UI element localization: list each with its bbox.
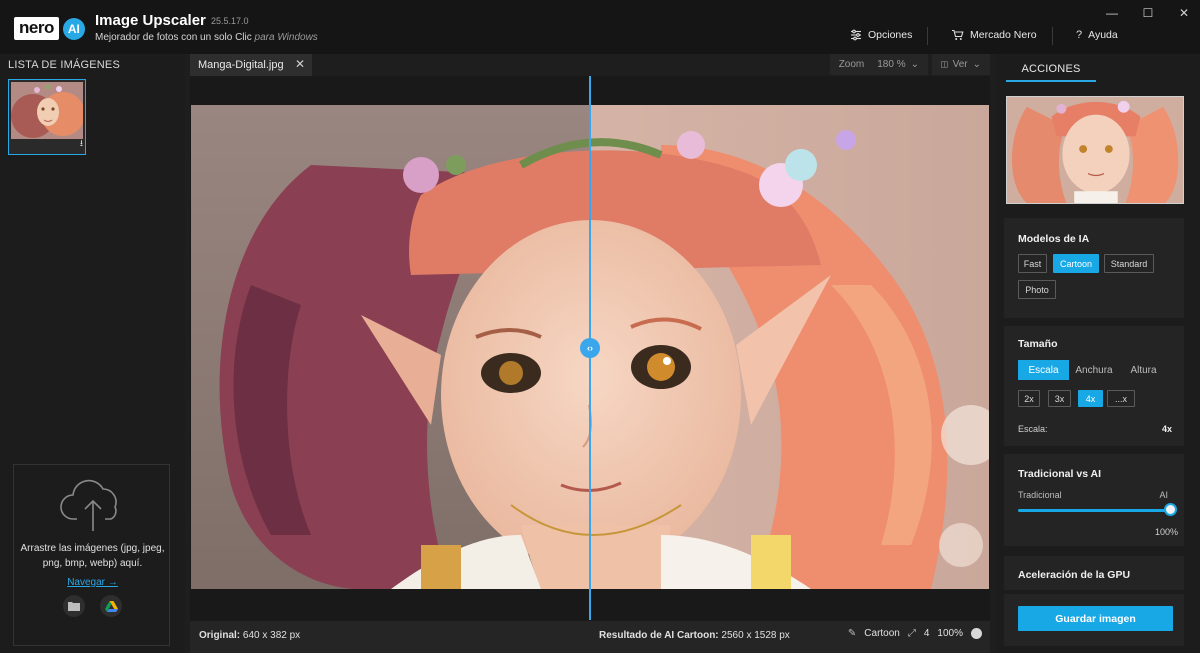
nero-ai-logo: nero AI <box>14 17 85 40</box>
expand-icon: ⤢ <box>907 628 916 639</box>
question-icon: ? <box>1076 29 1083 41</box>
image-list-title: LISTA DE IMÁGENES <box>8 59 121 71</box>
options-label: Opciones <box>868 29 913 41</box>
app-title: Image Upscaler <box>95 12 206 29</box>
split-view-icon <box>941 61 948 68</box>
menu-separator <box>927 27 928 45</box>
size-card: Tamaño Escala Anchura Altura 2x 3x 4x ..… <box>1004 326 1184 446</box>
close-tab-icon[interactable]: ✕ <box>295 57 305 71</box>
folder-icon[interactable] <box>63 595 85 617</box>
image-viewer: Manga-Digital.jpg ✕ Zoom 180 % ⌄ Ver ⌄ ‹… <box>190 54 990 653</box>
app-subtitle: Mejorador de fotos con un solo Clic para… <box>95 32 318 43</box>
result-label: Resultado de AI Cartoon: <box>599 630 719 641</box>
tab-label: Manga-Digital.jpg <box>198 59 284 71</box>
scale-custom-button[interactable]: ...x <box>1107 390 1135 407</box>
status-model: Cartoon <box>864 628 900 639</box>
options-button[interactable]: Opciones <box>850 29 912 41</box>
model-cartoon-button[interactable]: Cartoon <box>1053 254 1099 273</box>
status-scale: 4 <box>923 628 930 639</box>
ai-models-title: Modelos de IA <box>1018 233 1090 245</box>
blend-slider-track[interactable] <box>1018 509 1168 512</box>
model-fast-button[interactable]: Fast <box>1018 254 1047 273</box>
tab-actions[interactable]: ACCIONES <box>1006 54 1096 82</box>
menu-separator <box>1052 27 1053 45</box>
view-label: Ver <box>952 59 968 70</box>
market-button[interactable]: Mercado Nero <box>951 29 1037 41</box>
market-label: Mercado Nero <box>970 29 1037 41</box>
tab-bar: Manga-Digital.jpg ✕ Zoom 180 % ⌄ Ver ⌄ <box>190 54 990 76</box>
view-dropdown[interactable]: Ver ⌄ <box>932 54 990 75</box>
status-quality: 100% <box>937 628 963 639</box>
dropzone-text: Arrastre las imágenes (jpg, jpeg, png, b… <box>20 543 165 569</box>
scale-3x-button[interactable]: 3x <box>1048 390 1071 407</box>
chevron-down-icon: ⌄ <box>972 59 981 70</box>
save-area: Guardar imagen <box>1004 594 1184 646</box>
result-size: 2560 x 1528 px <box>721 630 790 641</box>
divider-handle-icon[interactable]: ‹› <box>580 338 600 358</box>
sliders-icon <box>851 29 861 41</box>
comparison-stage[interactable]: ‹› <box>190 76 990 620</box>
browse-link[interactable]: Navegar → <box>14 577 171 588</box>
scale-label: Escala: <box>1018 424 1048 434</box>
app-window: nero AI Image Upscaler 25.5.17.0 Mejorad… <box>0 0 1200 653</box>
blend-slider-thumb[interactable] <box>1164 503 1177 516</box>
minimize-button[interactable]: — <box>1102 6 1122 20</box>
scale-4x-button[interactable]: 4x <box>1078 390 1103 407</box>
scale-value: 4x <box>1161 424 1172 434</box>
drop-zone[interactable]: Arrastre las imágenes (jpg, jpeg, png, b… <box>13 464 170 646</box>
original-label: Original: <box>199 630 241 641</box>
scale-2x-button[interactable]: 2x <box>1018 390 1040 407</box>
viewer-toolbar: Zoom 180 % ⌄ Ver ⌄ <box>826 54 990 75</box>
ai-label: AI <box>1159 490 1168 500</box>
blend-value: 100% <box>1154 527 1178 537</box>
actions-panel: ACCIONES Modelos de IA Fast Cartoon Stan… <box>996 54 1200 653</box>
size-title: Tamaño <box>1018 338 1058 350</box>
title-bar: nero AI Image Upscaler 25.5.17.0 Mejorad… <box>0 0 1200 54</box>
model-standard-button[interactable]: Standard <box>1104 254 1154 273</box>
google-drive-icon[interactable] <box>100 595 122 617</box>
app-version: 25.5.17.0 <box>211 16 249 26</box>
thumbnail-image <box>11 82 83 139</box>
gpu-title: Aceleración de la GPU <box>1018 569 1131 581</box>
face-icon <box>971 628 982 639</box>
logo-ai-badge: AI <box>62 17 85 40</box>
maximize-button[interactable]: ☐ <box>1138 6 1158 20</box>
original-size: 640 x 382 px <box>242 630 301 641</box>
size-mode-width[interactable]: Anchura <box>1069 360 1119 380</box>
logo-nero-text: nero <box>14 17 59 40</box>
traditional-vs-ai-title: Tradicional vs AI <box>1018 468 1102 480</box>
size-mode-scale[interactable]: Escala <box>1018 360 1069 380</box>
help-button[interactable]: ? Ayuda <box>1076 29 1118 41</box>
chevron-down-icon: ⌄ <box>910 59 919 70</box>
subtitle-text: Mejorador de fotos con un solo Clic <box>95 32 252 43</box>
save-image-button[interactable]: Guardar imagen <box>1018 606 1173 631</box>
cart-icon <box>952 29 964 40</box>
close-button[interactable]: ✕ <box>1174 6 1194 20</box>
subtitle-platform: para Windows <box>254 32 318 43</box>
zoom-label: Zoom <box>838 59 865 70</box>
result-preview <box>1006 96 1184 204</box>
ai-models-card: Modelos de IA Fast Cartoon Standard Phot… <box>1004 218 1184 318</box>
image-thumbnail[interactable]: ⭳ <box>8 79 86 155</box>
zoom-value: 180 % <box>877 59 906 70</box>
brush-icon: ✎ <box>847 628 857 639</box>
cloud-upload-icon <box>60 479 117 531</box>
image-list-panel: LISTA DE IMÁGENES ⭳ Arrastre las imágene… <box>0 54 185 653</box>
result-info: Resultado de AI Cartoon: 2560 x 1528 px <box>599 630 790 641</box>
zoom-dropdown[interactable]: Zoom 180 % ⌄ <box>829 54 928 75</box>
download-icon[interactable]: ⭳ <box>80 136 83 152</box>
status-indicators: ✎ Cartoon ⤢ 4 100% <box>848 628 982 639</box>
tab-manga-digital[interactable]: Manga-Digital.jpg ✕ <box>190 54 312 76</box>
gpu-card: Aceleración de la GPU <box>1004 556 1184 590</box>
traditional-label: Tradicional <box>1018 490 1062 500</box>
status-bar: Original: 640 x 382 px Resultado de AI C… <box>190 621 990 653</box>
size-mode-height[interactable]: Altura <box>1119 360 1168 380</box>
model-photo-button[interactable]: Photo <box>1018 280 1056 299</box>
help-label: Ayuda <box>1088 29 1118 41</box>
original-info: Original: 640 x 382 px <box>199 630 300 641</box>
size-mode-selector: Escala Anchura Altura <box>1018 360 1168 380</box>
traditional-vs-ai-card: Tradicional vs AI Tradicional AI 100% <box>1004 454 1184 546</box>
